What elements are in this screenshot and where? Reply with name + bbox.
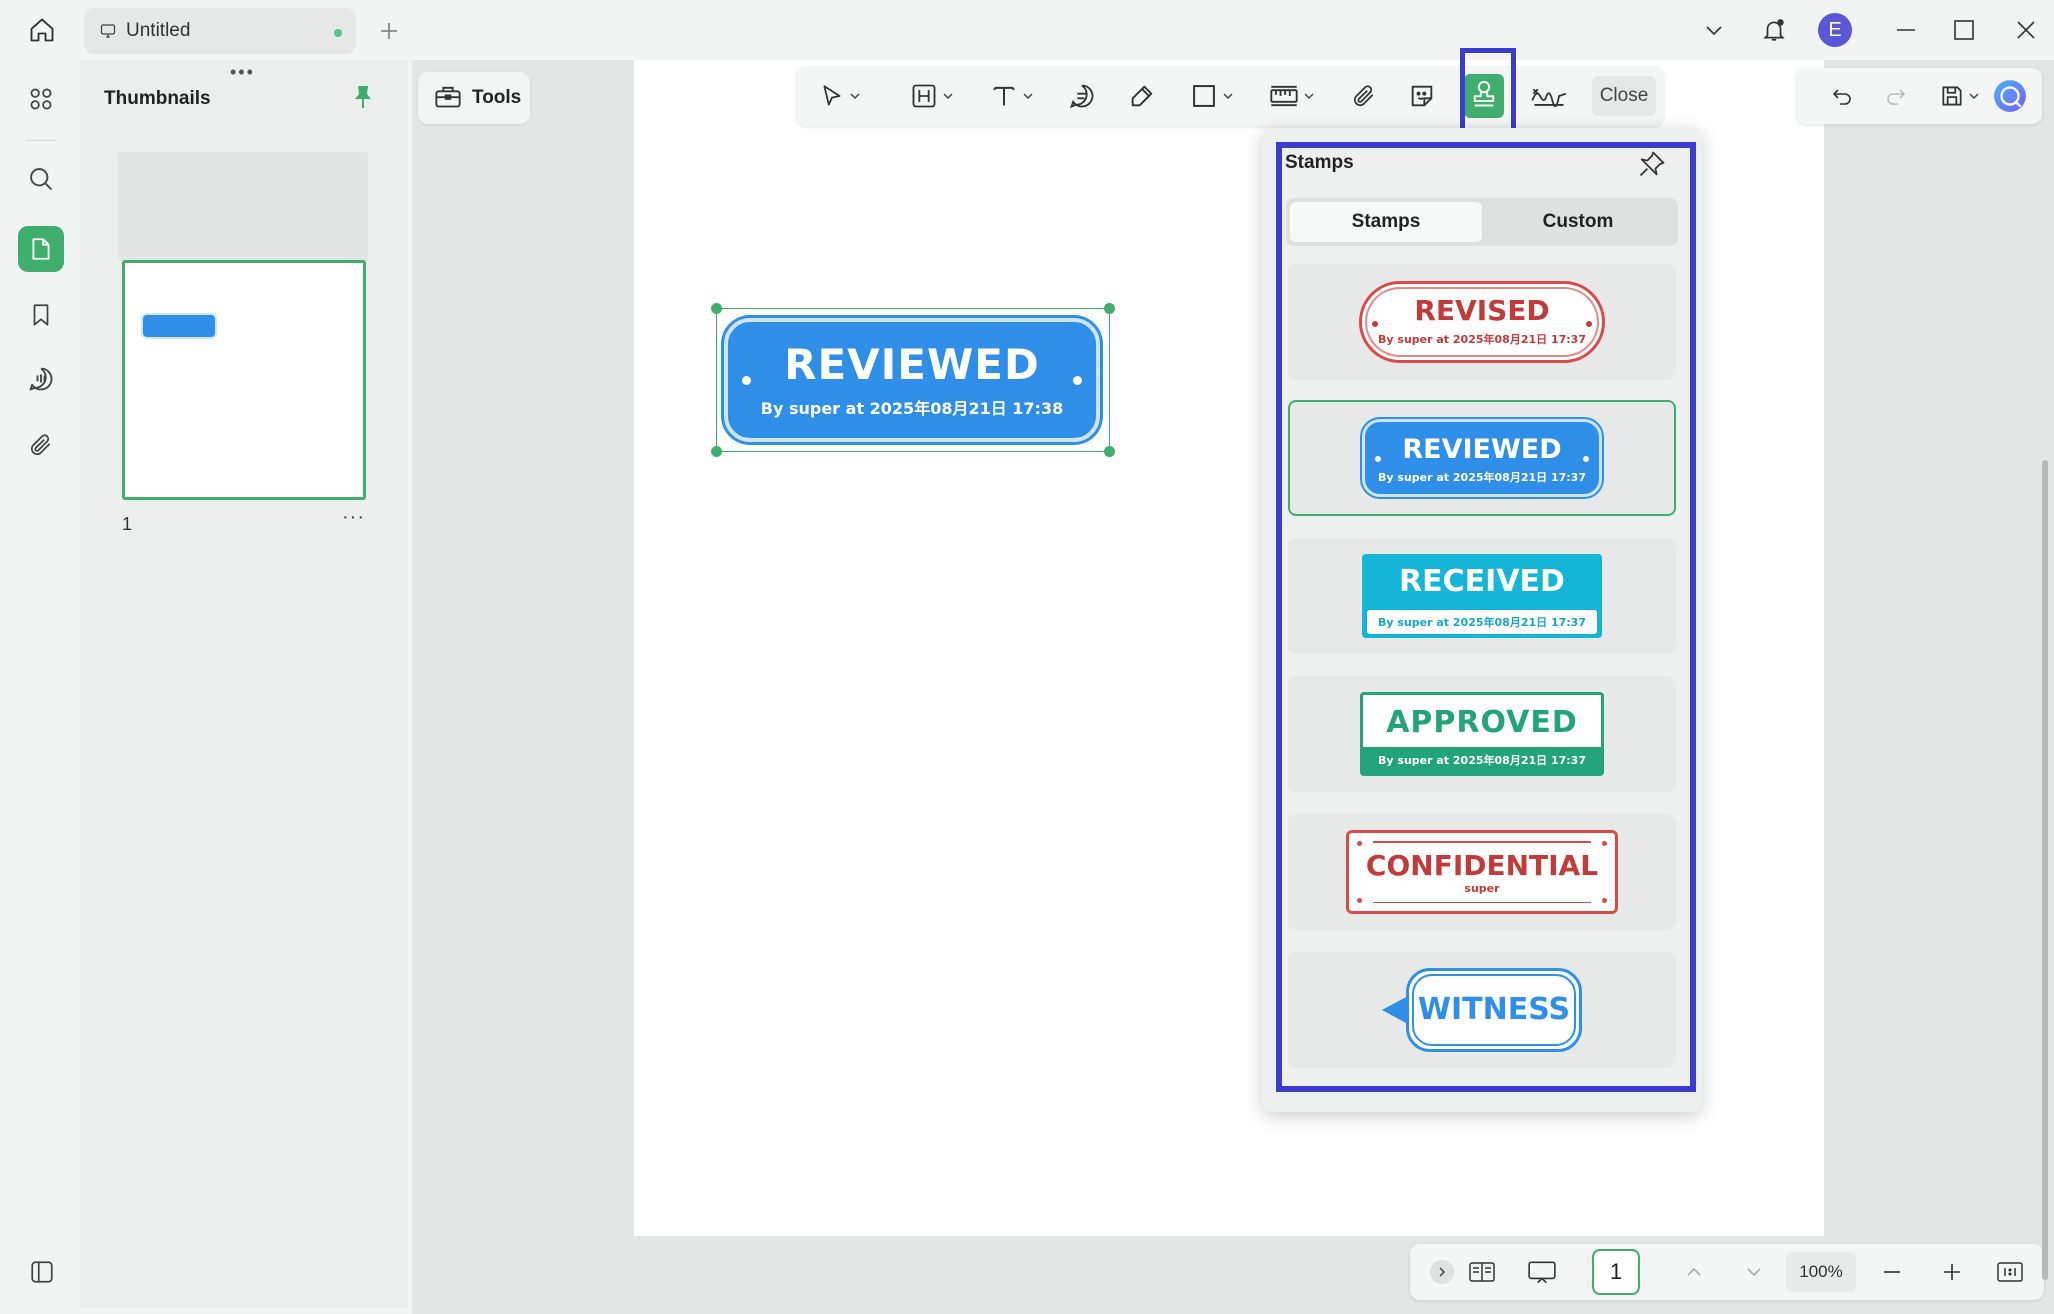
measure-tool-button[interactable] bbox=[1262, 76, 1322, 116]
thumbnails-page-icon[interactable] bbox=[18, 226, 64, 272]
page-number-input[interactable]: 1 bbox=[1592, 1249, 1640, 1295]
chevron-down-icon[interactable] bbox=[942, 90, 954, 102]
resize-handle[interactable] bbox=[1104, 303, 1115, 314]
sticker-button[interactable] bbox=[1402, 76, 1442, 116]
resize-handle[interactable] bbox=[711, 303, 722, 314]
notification-bell-icon[interactable] bbox=[1754, 10, 1794, 50]
monitor-icon bbox=[98, 21, 118, 41]
highlight-tool-button[interactable] bbox=[902, 76, 962, 116]
text-tool-button[interactable] bbox=[982, 76, 1042, 116]
home-icon[interactable] bbox=[22, 12, 62, 48]
shape-tool-button[interactable] bbox=[1182, 76, 1242, 116]
pen-icon bbox=[1128, 82, 1156, 110]
bookmark-icon[interactable] bbox=[18, 292, 64, 338]
vertical-scrollbar[interactable] bbox=[2042, 460, 2048, 1280]
minimize-icon[interactable] bbox=[1886, 10, 1926, 50]
comment-bubble-icon bbox=[1068, 82, 1096, 110]
maximize-icon[interactable] bbox=[1944, 10, 1984, 50]
attach-file-button[interactable] bbox=[1344, 76, 1384, 116]
apps-grid-icon[interactable] bbox=[18, 76, 64, 122]
ai-assistant-icon[interactable] bbox=[1990, 76, 2030, 116]
thumbnails-title: Thumbnails bbox=[104, 88, 211, 109]
toolbox-icon bbox=[434, 83, 462, 114]
stamp-dot bbox=[1073, 376, 1082, 385]
zoom-level[interactable]: 100% bbox=[1786, 1252, 1856, 1292]
thumbnail-more-button[interactable]: ··· bbox=[342, 506, 365, 529]
new-tab-plus-icon[interactable] bbox=[372, 14, 406, 48]
zoom-out-icon[interactable] bbox=[1872, 1252, 1912, 1292]
select-tool-button[interactable] bbox=[810, 76, 870, 116]
rectangle-icon bbox=[1190, 82, 1218, 110]
chevron-down-icon[interactable] bbox=[849, 90, 861, 102]
heading-h-icon bbox=[910, 82, 938, 110]
rail-divider bbox=[26, 140, 56, 141]
zoom-in-icon[interactable] bbox=[1932, 1252, 1972, 1292]
presentation-icon[interactable] bbox=[1522, 1252, 1562, 1292]
chevron-right-icon[interactable] bbox=[1430, 1260, 1454, 1284]
stamp-dot bbox=[742, 376, 751, 385]
placed-reviewed-stamp[interactable]: REVIEWED By super at 2025年08月21日 17:38 bbox=[724, 318, 1100, 442]
chevron-down-icon[interactable] bbox=[1734, 1252, 1774, 1292]
thumbnail-placeholder bbox=[118, 152, 368, 262]
chevron-up-icon[interactable] bbox=[1674, 1252, 1714, 1292]
chevron-down-icon[interactable] bbox=[1222, 90, 1234, 102]
resize-handle[interactable] bbox=[1104, 446, 1115, 457]
chevron-down-icon[interactable] bbox=[1962, 76, 1986, 116]
placed-stamp-title: REVIEWED bbox=[784, 340, 1040, 389]
pin-icon[interactable] bbox=[348, 82, 378, 112]
annotation-toolbar: Close bbox=[796, 66, 1664, 126]
thumbnail-stamp-preview bbox=[141, 313, 217, 339]
document-tab[interactable]: Untitled bbox=[84, 8, 356, 54]
stamps-highlight-outline bbox=[1276, 142, 1696, 1092]
comment-tool-button[interactable] bbox=[1062, 76, 1102, 116]
paperclip-icon bbox=[1351, 83, 1377, 109]
sticker-face-icon bbox=[1408, 82, 1436, 110]
left-rail bbox=[0, 60, 80, 1314]
stamp-tool-highlight bbox=[1460, 48, 1516, 134]
close-toolbar-button[interactable]: Close bbox=[1592, 76, 1656, 116]
chevron-down-icon[interactable] bbox=[1303, 90, 1315, 102]
text-t-icon bbox=[990, 82, 1018, 110]
thumbnail-page-number: 1 bbox=[122, 514, 133, 534]
page-layout-icon[interactable] bbox=[1462, 1252, 1502, 1292]
placed-stamp-subtitle: By super at 2025年08月21日 17:38 bbox=[760, 399, 1064, 418]
tools-label: Tools bbox=[472, 87, 522, 108]
panel-resize-grip[interactable]: ••• bbox=[230, 62, 255, 83]
actual-size-icon[interactable] bbox=[1990, 1252, 2030, 1292]
attachment-icon[interactable] bbox=[18, 422, 64, 468]
redo-icon[interactable] bbox=[1876, 76, 1916, 116]
user-avatar[interactable]: E bbox=[1818, 13, 1852, 47]
unsaved-dot bbox=[334, 29, 342, 37]
tools-button[interactable]: Tools bbox=[418, 72, 530, 124]
close-window-icon[interactable] bbox=[2006, 10, 2046, 50]
chevron-down-icon[interactable] bbox=[1694, 10, 1734, 50]
tab-title: Untitled bbox=[126, 20, 191, 41]
page-thumbnail[interactable] bbox=[122, 260, 366, 500]
resize-handle[interactable] bbox=[711, 446, 722, 457]
right-toolbar bbox=[1796, 68, 2042, 124]
chevron-down-icon[interactable] bbox=[1022, 90, 1034, 102]
sidebar-settings-icon[interactable] bbox=[22, 1252, 62, 1292]
page-navigation-bar: 1 100% bbox=[1410, 1244, 2044, 1300]
ruler-icon bbox=[1269, 82, 1299, 110]
search-icon[interactable] bbox=[18, 156, 64, 202]
signature-button[interactable] bbox=[1524, 76, 1574, 116]
signature-icon bbox=[1530, 82, 1568, 110]
cursor-arrow-icon bbox=[819, 83, 845, 109]
comments-icon[interactable] bbox=[18, 356, 64, 402]
title-bar: Untitled E bbox=[0, 0, 2054, 60]
thumbnails-panel: ••• Thumbnails 1 ··· bbox=[80, 60, 408, 1308]
pen-tool-button[interactable] bbox=[1122, 76, 1162, 116]
undo-icon[interactable] bbox=[1822, 76, 1862, 116]
